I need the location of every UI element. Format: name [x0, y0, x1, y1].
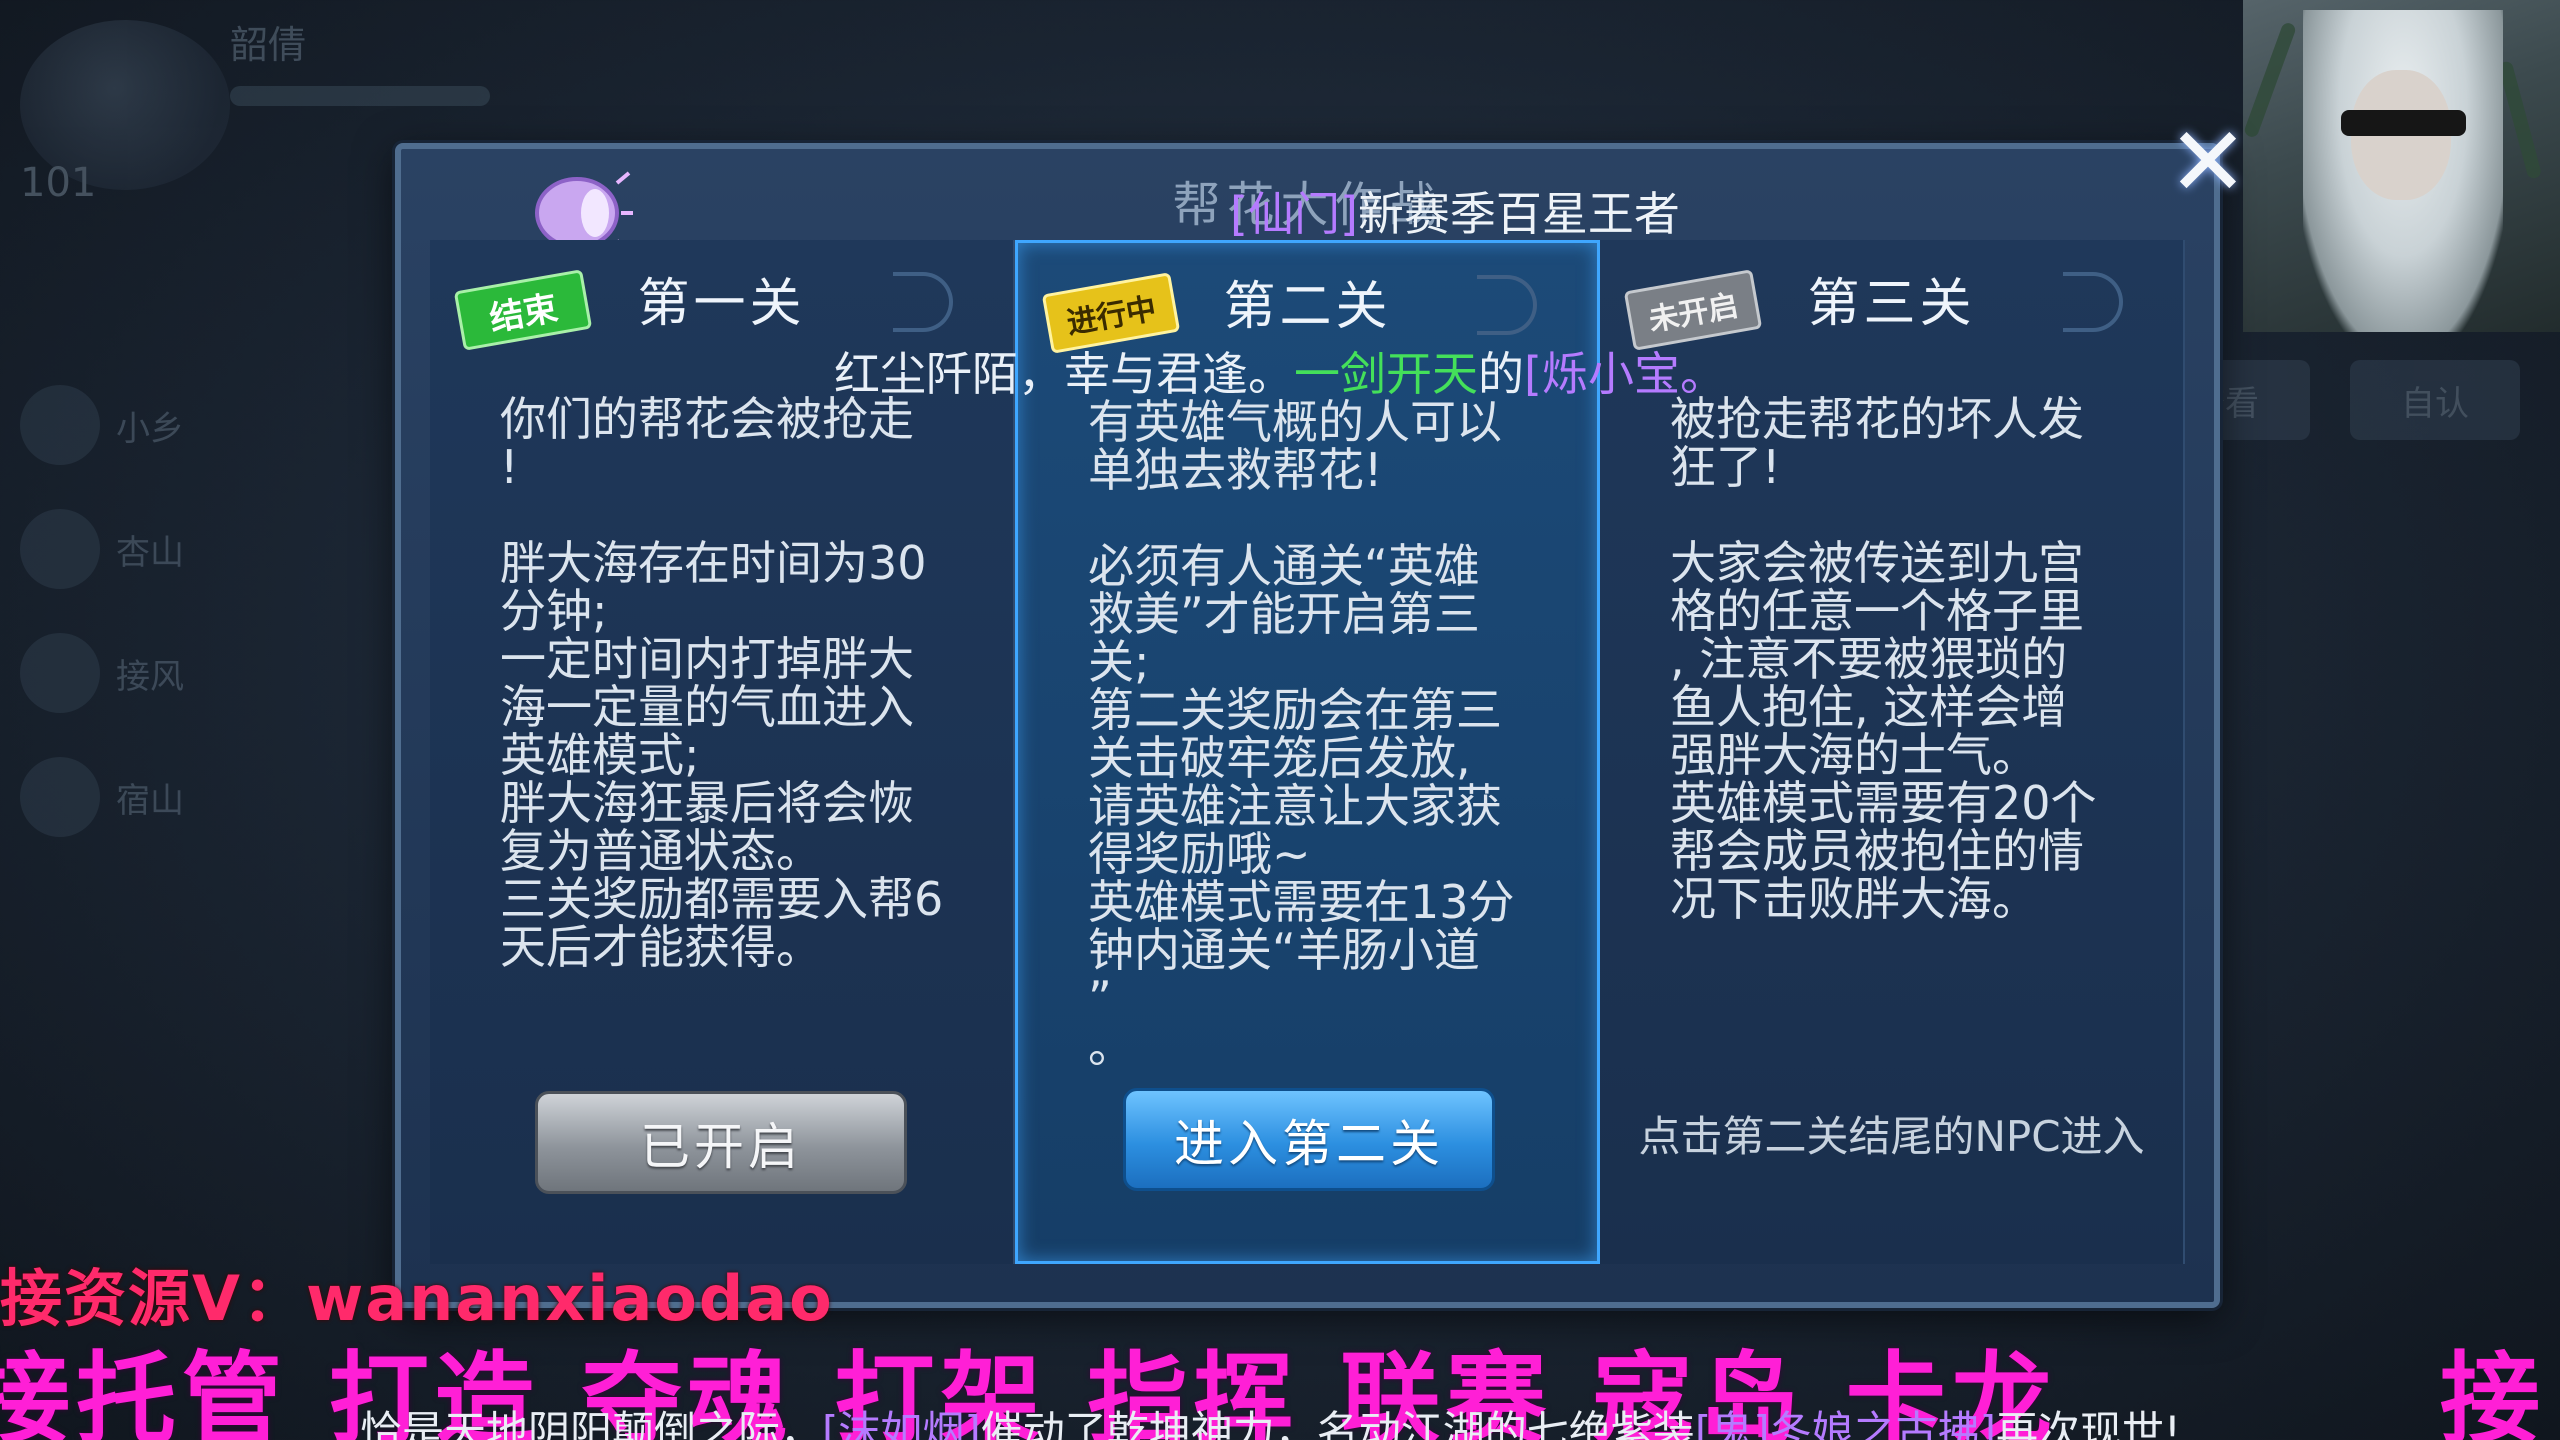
list-item: 宿山	[20, 742, 360, 852]
stage-description: 有英雄气概的人可以 单独去救帮花! 必须有人通关“英雄 救美”才能开启第三 关;…	[1088, 395, 1515, 1073]
player-level: 101	[20, 160, 97, 206]
chevron-right-icon	[1477, 275, 1537, 335]
stage-hint: 点击第二关结尾的NPC进入	[1638, 1112, 2145, 1161]
stage-header: 未开启 第三关	[1600, 258, 2183, 351]
player-hp-bar	[230, 86, 490, 106]
stage-description: 你们的帮花会被抢走 ! 胖大海存在时间为30 分钟; 一定时间内打掉胖大 海一定…	[500, 392, 944, 974]
player-name: 韶倩	[230, 23, 307, 67]
world-broadcast-ticker: 恰是天地阴阳颠倒之际，[沫如烟]催动了乾坤神力，名动江湖的七绝紫装[鬼]冬娘之古…	[360, 1407, 2181, 1440]
stage-header: 结束 第一关	[430, 258, 1013, 351]
stage-header: 进行中 第二关	[1018, 261, 1597, 354]
ad-services-text-right: 接	[2440, 1341, 2540, 1440]
system-announcement-top: [仙门]新赛季百星王者	[1230, 187, 1680, 241]
close-icon[interactable]: ✕	[2168, 114, 2248, 210]
system-announcement-bottom: 红尘阡陌，幸与君逢。一剑开天的[烁小宝。	[834, 347, 1726, 401]
stage-opened-button[interactable]: 已开启	[535, 1091, 907, 1194]
stage-title: 第二关	[1223, 276, 1392, 337]
streamer-webcam	[2243, 0, 2560, 332]
stage-description: 被抢走帮花的坏人发 狂了! 大家会被传送到九宫 格的任意一个格子里 , 注意不要…	[1670, 392, 2097, 926]
background-member-list: 小乡 杏山 接风 宿山	[20, 370, 360, 866]
enter-stage-two-button[interactable]: 进入第二关	[1123, 1088, 1495, 1191]
stage-title: 第三关	[1807, 273, 1976, 334]
stage-title: 第一关	[637, 273, 806, 334]
list-item: 接风	[20, 618, 360, 728]
chevron-right-icon	[893, 272, 953, 332]
list-item: 杏山	[20, 494, 360, 604]
chevron-right-icon	[2063, 272, 2123, 332]
